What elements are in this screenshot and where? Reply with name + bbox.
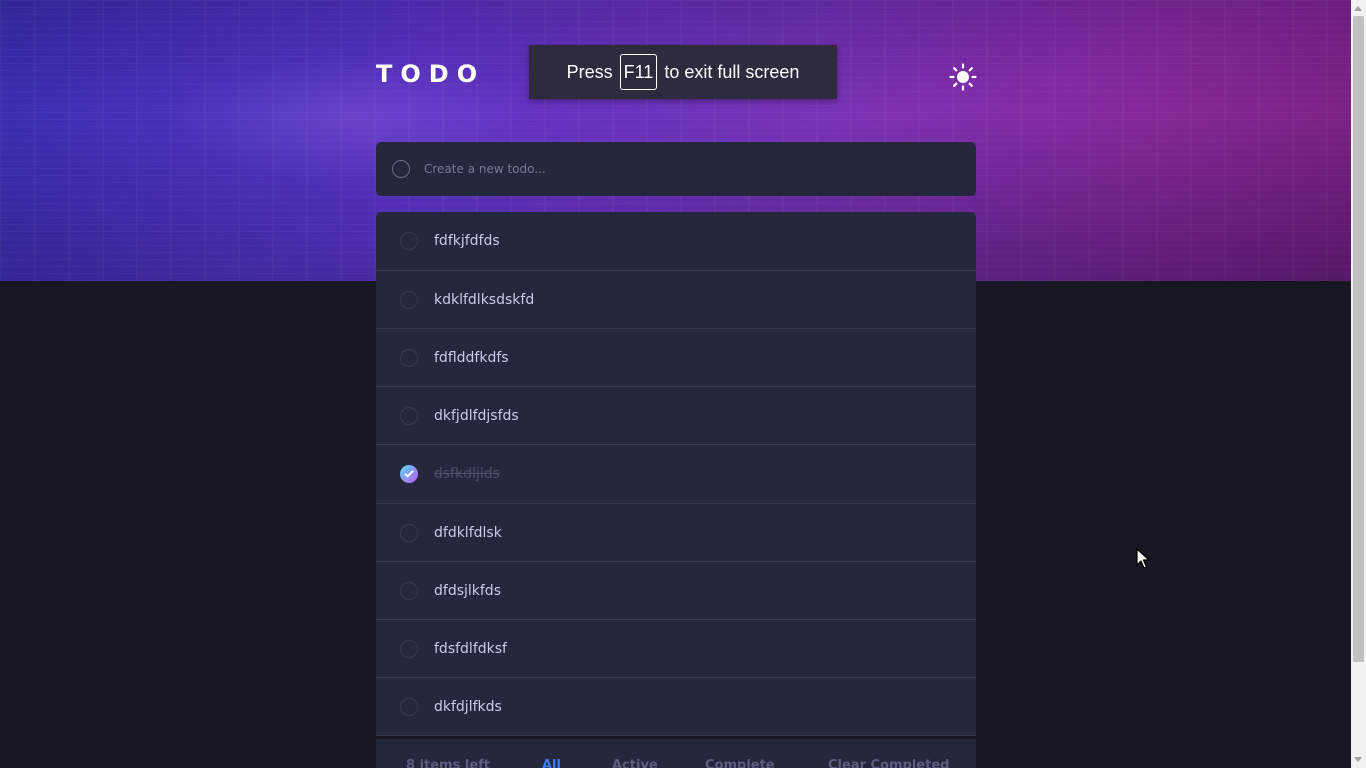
check-icon [404, 470, 414, 478]
scroll-up-arrow-icon[interactable] [1354, 6, 1362, 11]
todo-text: fdsfdlfdksf [434, 640, 507, 657]
todo-text: dsfkdljlds [434, 466, 500, 482]
todo-item[interactable]: fdsfdlfdksf [376, 620, 976, 678]
items-left-count: 8 items left [406, 758, 491, 768]
mouse-cursor-icon [1136, 548, 1150, 569]
todo-item[interactable]: dkfdjlfkds [376, 678, 976, 736]
todo-item[interactable]: kdklfdlksdskfd [376, 271, 976, 329]
fullscreen-notice: Press F11 to exit full screen [529, 45, 837, 99]
filter-complete-button[interactable]: Complete [705, 758, 775, 768]
new-todo-circle-icon [392, 160, 410, 178]
fullscreen-notice-suffix: to exit full screen [664, 61, 800, 82]
todo-checkbox-checked[interactable] [400, 465, 418, 483]
scrollbar-thumb[interactable] [1353, 16, 1364, 662]
new-todo-input[interactable] [424, 162, 976, 176]
theme-toggle-button[interactable] [948, 62, 978, 92]
todo-checkbox[interactable] [400, 581, 418, 600]
todo-checkbox[interactable] [400, 697, 418, 716]
filter-all-button[interactable]: All [542, 758, 561, 768]
todo-text: fdflddfkdfs [434, 349, 509, 366]
todo-footer: 8 items left All Active Complete Clear C… [376, 739, 976, 768]
todo-text: dkfdjlfkds [434, 698, 502, 715]
todo-item[interactable]: fdfkjfdfds [376, 212, 976, 271]
todo-checkbox[interactable] [400, 232, 418, 250]
scroll-down-arrow-icon[interactable] [1354, 757, 1362, 762]
todo-checkbox[interactable] [400, 639, 418, 658]
todo-list: fdfkjfdfds kdklfdlksdskfd fdflddfkdfs dk… [376, 212, 976, 736]
todo-checkbox[interactable] [400, 406, 418, 425]
todo-item-completed[interactable]: dsfkdljlds [376, 445, 976, 504]
todo-item[interactable]: dkfjdlfdjsfds [376, 387, 976, 445]
page: TODO Press F11 to exit full screen Creat… [0, 0, 1351, 768]
new-todo-bar [376, 142, 976, 196]
fullscreen-key-badge: F11 [619, 54, 658, 90]
clear-completed-button[interactable]: Clear Completed [828, 758, 949, 768]
vertical-scrollbar[interactable] [1351, 0, 1366, 768]
todo-item[interactable]: fdflddfkdfs [376, 329, 976, 387]
app-title: TODO [376, 60, 486, 88]
todo-text: dfdklfdlsk [434, 524, 502, 541]
todo-checkbox[interactable] [400, 523, 418, 542]
todo-text: dkfjdlfdjsfds [434, 407, 519, 424]
todo-item[interactable]: dfdsjlkfds [376, 562, 976, 620]
todo-text: kdklfdlksdskfd [434, 291, 535, 308]
sun-icon [949, 63, 977, 91]
todo-text: fdfkjfdfds [434, 233, 500, 249]
todo-item[interactable]: dfdklfdlsk [376, 504, 976, 562]
todo-text: dfdsjlkfds [434, 582, 501, 599]
fullscreen-notice-prefix: Press [566, 61, 613, 82]
filter-active-button[interactable]: Active [612, 758, 658, 768]
todo-checkbox[interactable] [400, 348, 418, 367]
todo-checkbox[interactable] [400, 290, 418, 309]
